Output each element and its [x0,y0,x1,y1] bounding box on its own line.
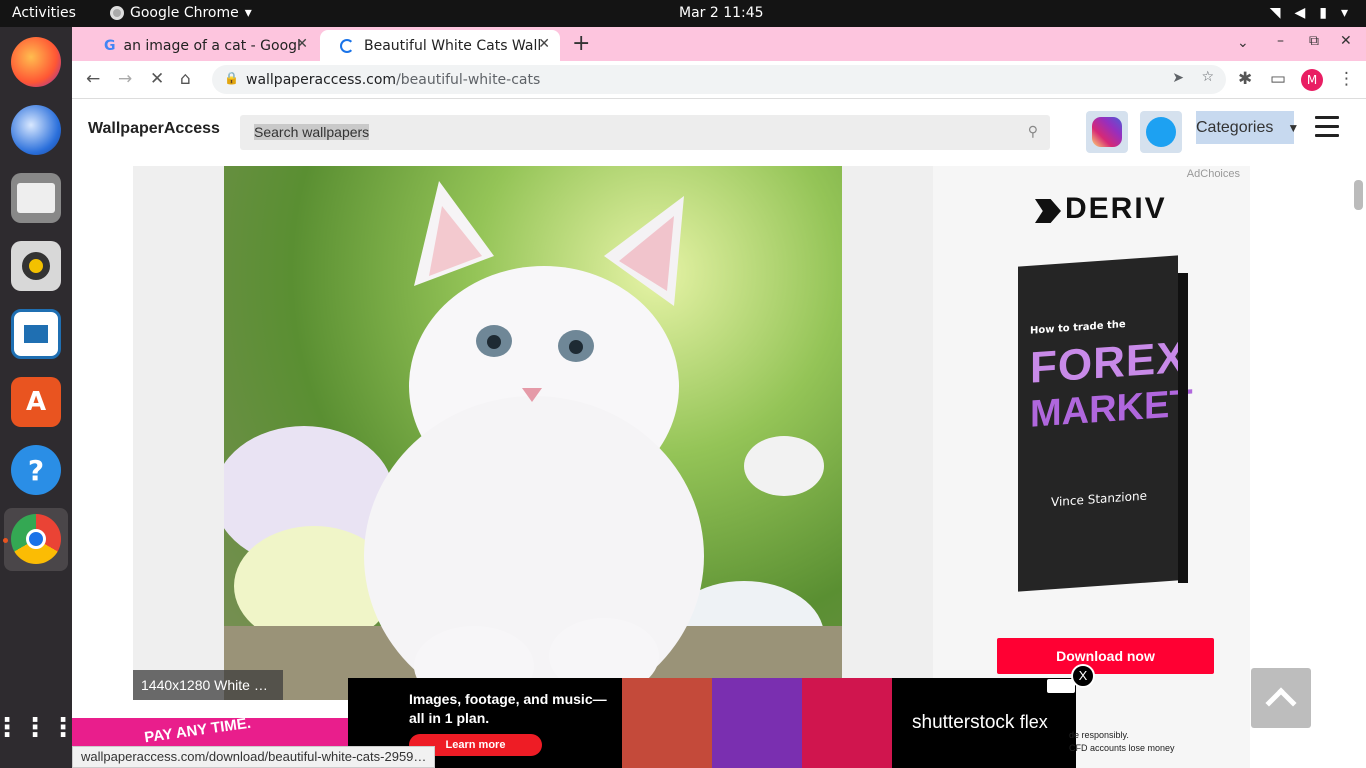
banner-headline: Images, footage, and music—all in 1 plan… [409,691,607,726]
cast-icon[interactable]: ▭ [1270,69,1286,89]
show-apps-icon[interactable]: ⋮⋮⋮ [0,703,76,753]
hamburger-menu-icon[interactable] [1315,116,1339,138]
deriv-logo-icon [1035,199,1061,223]
ad-info-icon[interactable] [1047,679,1075,693]
tab-google-search[interactable]: G an image of a cat - Google ✕ [84,30,318,61]
tab-title: an image of a cat - Google [123,37,300,54]
risk-disclaimer: de responsibly. CFD accounts lose money [1069,730,1175,753]
search-input[interactable]: Search wallpapers ⚲ [240,115,1050,150]
chevron-up-icon [1265,687,1297,719]
app-menu-label: Google Chrome [130,5,239,21]
firefox-icon[interactable] [11,37,61,87]
twitter-button[interactable] [1140,111,1182,153]
search-placeholder: Search wallpapers [254,124,370,140]
clock[interactable]: Mar 2 11:45 [679,5,764,21]
book-cover-image: How to trade the FOREX MARKET Vince Stan… [1018,255,1193,592]
running-indicator [3,538,8,543]
battery-icon: ▮ [1319,5,1327,21]
caret-down-icon: ▾ [1340,5,1348,21]
caret-down-icon: ▼ [1287,120,1300,135]
stop-icon[interactable]: ✕ [150,69,164,89]
menu-kebab-icon[interactable]: ⋮ [1338,69,1355,89]
dock: A ? ⋮⋮⋮ [0,27,76,768]
status-bar-url: wallpaperaccess.com/download/beautiful-w… [72,746,436,768]
files-icon[interactable] [11,173,61,223]
thunderbird-icon[interactable] [11,105,61,155]
close-window-icon[interactable]: ✕ [1340,33,1352,49]
chrome-icon[interactable] [11,514,61,564]
extensions-icon[interactable]: ✱ [1238,69,1252,89]
google-icon: G [104,37,116,54]
twitter-icon [1146,117,1176,147]
white-kitten-image[interactable] [224,166,842,700]
tab-search-icon[interactable]: ⌄ [1237,35,1249,51]
profile-avatar[interactable]: M [1301,69,1323,91]
instagram-icon [1092,117,1122,147]
new-tab-button[interactable]: + [572,31,590,56]
maximize-icon[interactable]: ⧉ [1309,33,1319,49]
page-scrollbar-thumb[interactable] [1354,180,1363,210]
instagram-button[interactable] [1086,111,1128,153]
help-icon[interactable]: ? [11,445,61,495]
close-tab-icon[interactable]: ✕ [296,36,308,52]
send-icon[interactable]: ➤ [1172,70,1184,86]
book-line1: How to trade the [1030,319,1126,337]
site-logo[interactable]: WallpaperAccess [88,120,220,138]
loading-spinner-icon [340,38,354,53]
activities-button[interactable]: Activities [12,5,76,21]
browser-toolbar: ← → ✕ ⌂ 🔒 wallpaperaccess.com/beautiful-… [72,61,1366,99]
volume-icon: ◀ [1294,5,1306,21]
left-ad-text: PAY ANY TIME. [143,718,252,746]
tab-white-cats[interactable]: Beautiful White Cats Wall ✕ [320,30,560,61]
close-banner-button[interactable]: X [1071,664,1095,688]
forward-icon[interactable]: → [118,69,132,89]
address-bar[interactable]: 🔒 wallpaperaccess.com/beautiful-white-ca… [212,65,1226,94]
kitten-illustration [224,181,842,700]
book-author: Vince Stanzione [1051,488,1147,510]
image-dimensions-label[interactable]: 1440x1280 White … [133,670,283,700]
shutterstock-logo: shutterstock flex [912,712,1048,733]
download-now-button[interactable]: Download now [997,638,1214,674]
search-icon[interactable]: ⚲ [1028,123,1038,140]
tab-title: Beautiful White Cats Wall [364,37,540,54]
caret-down-icon: ▾ [244,5,252,21]
writer-icon[interactable] [11,309,61,359]
web-page: WallpaperAccess Search wallpapers ⚲ Cate… [72,100,1366,768]
software-icon[interactable]: A [11,377,61,427]
bookmark-star-icon[interactable]: ☆ [1201,69,1214,85]
home-icon[interactable]: ⌂ [180,69,191,89]
app-menu[interactable]: Google Chrome ▾ [110,5,252,21]
url-host: wallpaperaccess.com [246,71,397,88]
close-tab-icon[interactable]: ✕ [538,36,550,52]
left-corner-ad[interactable]: PAY ANY TIME. [72,718,348,746]
url-path: /beautiful-white-cats [396,71,541,88]
system-top-bar: Activities Google Chrome ▾ Mar 2 11:45 ◥… [0,0,1366,27]
book-line3: MARKET [1030,382,1193,436]
back-to-top-button[interactable] [1251,668,1311,728]
adchoices-label[interactable]: AdChoices [1187,168,1240,180]
chrome-small-icon [110,6,124,20]
banner-photos [622,678,892,768]
wifi-icon: ◥ [1269,5,1281,21]
categories-dropdown[interactable]: Categories ▼ [1196,111,1299,144]
rhythmbox-icon[interactable] [11,241,61,291]
minimize-icon[interactable]: – [1277,33,1284,49]
lock-icon: 🔒 [224,71,239,85]
system-tray[interactable]: ◥ ◀ ▮ ▾ [1270,5,1348,21]
ad-brand: DERIV [1065,192,1167,225]
categories-label: Categories [1196,118,1274,136]
back-icon[interactable]: ← [86,69,100,89]
wallpaper-preview: 1440x1280 White … [133,166,933,700]
tab-strip: G an image of a cat - Google ✕ Beautiful… [72,27,1366,61]
shutterstock-banner-ad[interactable]: Images, footage, and music—all in 1 plan… [348,678,1076,768]
